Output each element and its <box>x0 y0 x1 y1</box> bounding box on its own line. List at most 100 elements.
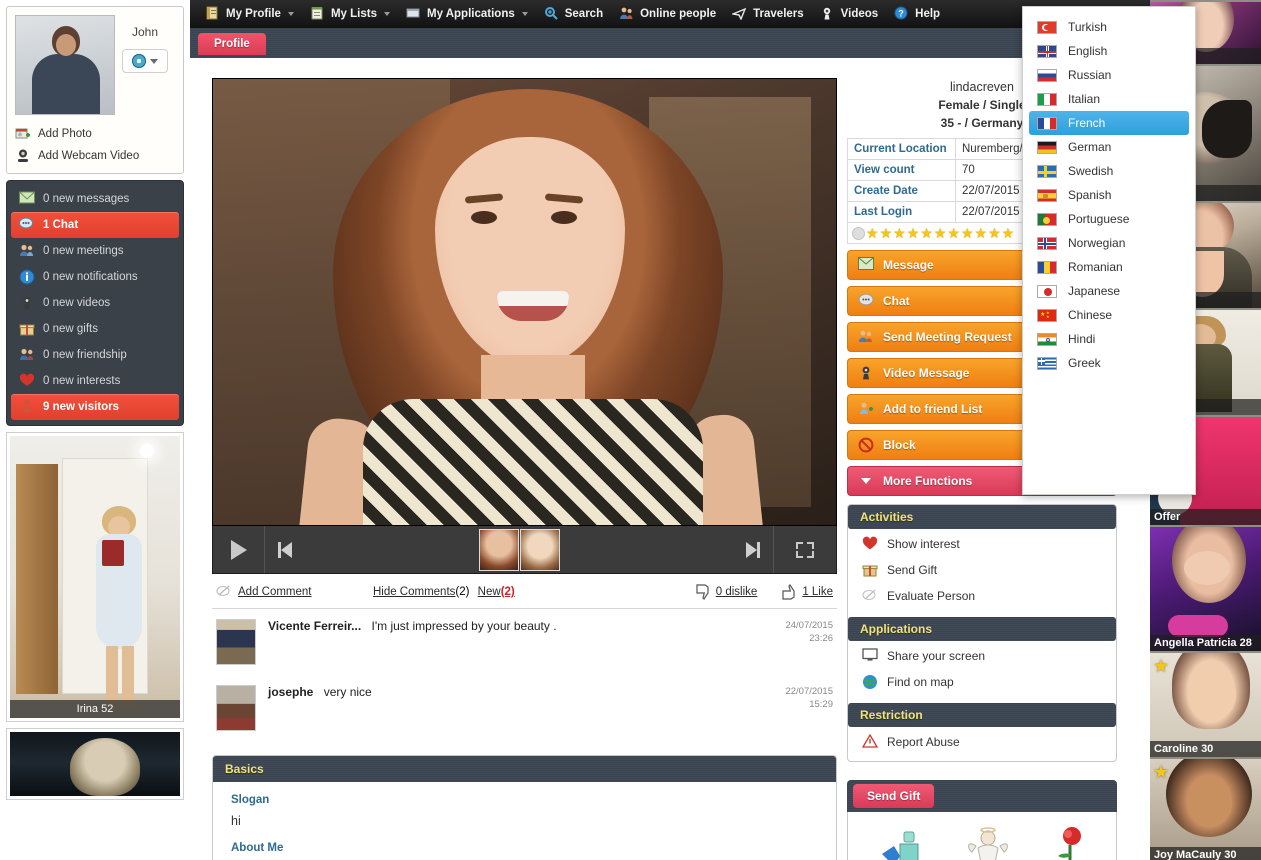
language-option-italian[interactable]: Italian <box>1023 87 1195 111</box>
comment-avatar[interactable] <box>216 619 256 665</box>
star-icon[interactable]: ★ <box>988 226 1001 240</box>
hide-comments-link[interactable]: Hide Comments <box>373 586 455 598</box>
friendship-icon <box>19 347 35 363</box>
thumbs-up-icon[interactable] <box>781 584 797 600</box>
counter-label: 1 Chat <box>43 219 78 231</box>
search-icon <box>544 6 560 22</box>
row-find-on-map[interactable]: Find on map <box>848 669 1116 695</box>
like-link[interactable]: 1 Like <box>802 586 833 598</box>
nav-my-lists[interactable]: My Lists <box>303 3 397 25</box>
nav-my-profile[interactable]: My Profile <box>198 3 301 25</box>
nav-search[interactable]: Search <box>537 3 610 25</box>
language-dropdown-menu: Turkish English Russian Italian French G… <box>1022 6 1196 495</box>
notification-icon <box>19 269 35 285</box>
language-option-turkish[interactable]: Turkish <box>1023 15 1195 39</box>
nav-travelers[interactable]: Travelers <box>725 3 811 25</box>
play-button[interactable] <box>213 526 265 573</box>
row-share-your-screen[interactable]: Share your screen <box>848 643 1116 669</box>
language-option-swedish[interactable]: Swedish <box>1023 159 1195 183</box>
add-webcam-video-link[interactable]: Add Webcam Video <box>15 145 175 167</box>
sidebar-photo-thumb-1[interactable]: Irina 52 <box>6 432 184 722</box>
flag-greece-icon <box>1037 357 1057 370</box>
comment-author[interactable]: josephe <box>268 685 313 699</box>
counter-meetings[interactable]: 0 new meetings <box>11 238 179 264</box>
right-item-member-3[interactable]: ★ Joy MaCauly 30 <box>1150 759 1261 860</box>
dislike-link[interactable]: 0 dislike <box>716 586 758 598</box>
row-show-interest[interactable]: Show interest <box>848 531 1116 557</box>
add-photo-label: Add Photo <box>38 128 92 140</box>
tab-profile[interactable]: Profile <box>198 33 266 55</box>
nav-label: My Profile <box>226 8 281 20</box>
settings-button[interactable] <box>122 49 168 73</box>
counter-visitors[interactable]: 9 new visitors <box>11 394 179 420</box>
strip-thumb[interactable] <box>479 529 519 571</box>
row-evaluate-person[interactable]: Evaluate Person <box>848 583 1116 609</box>
skip-previous-icon[interactable] <box>281 542 292 558</box>
language-option-spanish[interactable]: Spanish <box>1023 183 1195 207</box>
counter-messages[interactable]: 0 new messages <box>11 186 179 212</box>
counter-interests[interactable]: 0 new interests <box>11 368 179 394</box>
star-icon[interactable]: ★ <box>866 226 879 240</box>
star-icon[interactable]: ★ <box>934 226 947 240</box>
star-icon[interactable]: ★ <box>1002 226 1015 240</box>
new-comments-link[interactable]: New <box>478 586 501 598</box>
counter-friendship[interactable]: 0 new friendship <box>11 342 179 368</box>
gear-icon <box>132 54 146 68</box>
rating-reset-icon[interactable] <box>852 227 865 240</box>
star-icon[interactable]: ★ <box>961 226 974 240</box>
counter-gifts[interactable]: 0 new gifts <box>11 316 179 342</box>
star-icon[interactable]: ★ <box>893 226 906 240</box>
right-item-member-2[interactable]: ★ Caroline 30 <box>1150 653 1261 757</box>
button-label: Chat <box>883 294 910 308</box>
comment-author[interactable]: Vicente Ferreir... <box>268 619 361 633</box>
nav-my-applications[interactable]: My Applications <box>399 3 535 25</box>
add-photo-link[interactable]: Add Photo <box>15 123 175 145</box>
language-option-german[interactable]: German <box>1023 135 1195 159</box>
row-report-abuse[interactable]: Report Abuse <box>848 729 1116 755</box>
language-option-french[interactable]: French <box>1029 111 1189 135</box>
nav-online-people[interactable]: Online people <box>612 3 723 25</box>
comment-avatar[interactable] <box>216 685 256 731</box>
nav-label: My Lists <box>331 8 377 20</box>
counter-chat[interactable]: 1 Chat <box>11 212 179 238</box>
language-option-hindi[interactable]: Hindi <box>1023 327 1195 351</box>
language-option-portuguese[interactable]: Portuguese <box>1023 207 1195 231</box>
language-label: Spanish <box>1068 188 1111 202</box>
send-gift-tab[interactable]: Send Gift <box>853 784 934 808</box>
star-icon: ★ <box>1153 656 1169 677</box>
counter-videos[interactable]: 0 new videos <box>11 290 179 316</box>
sidebar-photo-thumb-2[interactable] <box>6 728 184 800</box>
star-icon[interactable]: ★ <box>920 226 933 240</box>
nav-videos[interactable]: Videos <box>813 3 886 25</box>
language-option-english[interactable]: English <box>1023 39 1195 63</box>
language-option-chinese[interactable]: ★ ★ ★ Chinese <box>1023 303 1195 327</box>
star-icon[interactable]: ★ <box>975 226 988 240</box>
skip-next-icon[interactable] <box>746 542 757 558</box>
heart-icon <box>19 373 35 389</box>
language-label: Portuguese <box>1068 212 1129 226</box>
language-option-russian[interactable]: Russian <box>1023 63 1195 87</box>
profile-photo[interactable] <box>212 78 837 526</box>
language-option-norwegian[interactable]: Norwegian <box>1023 231 1195 255</box>
language-option-romanian[interactable]: Romanian <box>1023 255 1195 279</box>
thumbs-down-icon[interactable] <box>695 584 711 600</box>
gift-item-rose[interactable] <box>1042 826 1098 860</box>
gift-item-perfume[interactable] <box>878 826 934 860</box>
button-label: Message <box>883 258 934 272</box>
add-comment-link[interactable]: Add Comment <box>238 586 312 598</box>
fullscreen-button[interactable] <box>774 526 836 573</box>
star-icon[interactable]: ★ <box>947 226 960 240</box>
avatar[interactable] <box>15 15 115 115</box>
gift-item-angel[interactable] <box>960 826 1016 860</box>
strip-thumb[interactable] <box>520 529 560 571</box>
language-option-greek[interactable]: Greek <box>1023 351 1195 375</box>
counter-label: 0 new meetings <box>43 245 124 257</box>
language-option-japanese[interactable]: Japanese <box>1023 279 1195 303</box>
nav-help[interactable]: ? Help <box>887 3 947 25</box>
counter-notifications[interactable]: 0 new notifications <box>11 264 179 290</box>
row-send-gift[interactable]: Send Gift <box>848 557 1116 583</box>
right-item-member-1[interactable]: Angella Patricia 28 <box>1150 527 1261 651</box>
star-icon[interactable]: ★ <box>907 226 920 240</box>
panel-title-applications: Applications <box>848 617 1116 641</box>
star-icon[interactable]: ★ <box>880 226 893 240</box>
